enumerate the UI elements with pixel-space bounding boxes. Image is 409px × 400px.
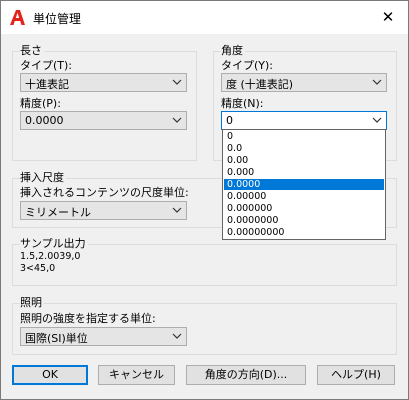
length-group-label: 長さ <box>20 42 44 58</box>
angle-precision-value: 0 <box>226 114 233 127</box>
lighting-units-select[interactable]: 国際(SI)単位 <box>20 327 187 346</box>
cancel-button[interactable]: キャンセル <box>98 365 175 385</box>
chevron-down-icon <box>172 79 182 85</box>
insertion-units-label: 挿入されるコンテンツの尺度単位: <box>20 186 189 199</box>
angle-type-select[interactable]: 度 (十進表記) <box>221 73 387 92</box>
dropdown-option[interactable]: 0.000 <box>224 167 384 178</box>
help-button[interactable]: ヘルプ(H) <box>317 365 395 385</box>
close-icon[interactable]: ✕ <box>378 7 398 27</box>
ok-button[interactable]: OK <box>12 365 88 385</box>
length-type-value: 十進表記 <box>25 78 69 91</box>
dropdown-option[interactable]: 0.00000000 <box>224 227 384 238</box>
dropdown-option-highlighted[interactable]: 0.0000 <box>224 179 384 190</box>
length-precision-label: 精度(P): <box>20 97 61 110</box>
chevron-down-icon <box>172 207 182 213</box>
dropdown-option[interactable]: 0.00 <box>224 155 384 166</box>
chevron-down-icon <box>372 117 382 123</box>
angle-precision-label: 精度(N): <box>221 97 264 110</box>
length-type-label: タイプ(T): <box>20 59 73 72</box>
dropdown-option[interactable]: 0.00000 <box>224 191 384 202</box>
dropdown-option[interactable]: 0.0000000 <box>224 215 384 226</box>
lighting-units-value: 国際(SI)単位 <box>25 332 88 345</box>
length-type-select[interactable]: 十進表記 <box>20 73 187 92</box>
length-precision-value: 0.0000 <box>25 114 64 127</box>
angle-precision-select[interactable]: 0 <box>221 111 387 130</box>
autocad-app-icon <box>10 10 25 25</box>
chevron-down-icon <box>172 117 182 123</box>
sample-output-group-label: サンプル出力 <box>20 235 88 251</box>
chevron-down-icon <box>172 333 182 339</box>
title-bar[interactable]: 単位管理 ✕ <box>1 1 408 34</box>
units-dialog: 単位管理 ✕ 長さ タイプ(T): 十進表記 精度(P): 0.0000 角度 … <box>0 0 409 400</box>
angle-precision-dropdown-list[interactable]: 0 0.0 0.00 0.000 0.0000 0.00000 0.000000… <box>222 129 386 240</box>
insertion-units-select[interactable]: ミリメートル <box>20 201 187 220</box>
insertion-scale-group-label: 挿入尺度 <box>20 169 66 185</box>
sample-output-line-2: 3<45,0 <box>20 263 56 274</box>
lighting-group-label: 照明 <box>20 294 44 310</box>
length-precision-select[interactable]: 0.0000 <box>20 111 187 130</box>
angle-group-label: 角度 <box>221 42 245 58</box>
angle-type-value: 度 (十進表記) <box>226 78 294 91</box>
angle-type-label: タイプ(Y): <box>221 59 274 72</box>
angle-direction-button[interactable]: 角度の方向(D)... <box>186 365 306 385</box>
insertion-units-value: ミリメートル <box>25 206 91 219</box>
dialog-title: 単位管理 <box>33 12 82 26</box>
sample-output-line-1: 1.5,2.0039,0 <box>20 251 81 262</box>
chevron-down-icon <box>372 79 382 85</box>
dropdown-option[interactable]: 0.0 <box>224 143 384 154</box>
dropdown-option[interactable]: 0 <box>224 131 384 142</box>
lighting-units-label: 照明の強度を指定する単位: <box>20 312 156 325</box>
dropdown-option[interactable]: 0.000000 <box>224 203 384 214</box>
